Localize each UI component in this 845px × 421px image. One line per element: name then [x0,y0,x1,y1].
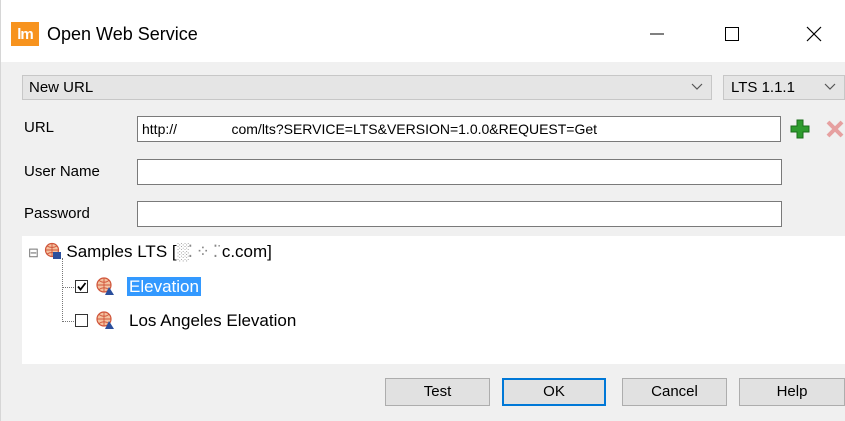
tree-connector [62,287,74,288]
tree-item-elevation[interactable]: Elevation [127,276,201,298]
title-bar[interactable]: lm Open Web Service [1,0,845,62]
url-preset-value: New URL [29,79,94,96]
version-value: LTS 1.1.1 [731,79,795,96]
password-input[interactable] [137,201,782,227]
tree-root-label-end: c.com] [221,242,272,261]
ok-button[interactable]: OK [502,378,606,406]
tree-root-label: Samples LTS [ [66,242,177,261]
window-title: Open Web Service [47,24,198,44]
url-label: URL [24,119,55,136]
tree-item-label: Los Angeles Elevation [129,311,297,330]
close-icon [806,26,822,42]
test-button[interactable]: Test [385,378,490,406]
maximize-icon [725,27,739,41]
redacted-host: ░⁚ ⁘ ⁚˙ [176,242,223,261]
tree-item-los-angeles-elevation[interactable]: Los Angeles Elevation [129,310,296,332]
tree-connector [62,258,63,320]
delete-x-icon[interactable] [825,119,845,139]
cancel-button[interactable]: Cancel [622,378,727,406]
layer-tree[interactable]: ⊟ Samples LTS [░⁚ ⁘ ⁚˙c.com] Elevation L… [22,236,845,364]
chevron-down-icon [691,83,703,90]
checkmark-icon [77,282,87,291]
minimize-icon [650,33,664,35]
password-label: Password [24,205,90,222]
layer-globe-icon [96,277,114,295]
layer-checkbox[interactable] [75,314,88,327]
dialog-window: lm Open Web Service New URL LTS 1.1.1 UR… [0,0,845,421]
url-preset-dropdown[interactable]: New URL [22,75,712,100]
chevron-down-icon [824,83,836,90]
username-label: User Name [24,163,100,180]
maximize-button[interactable] [709,14,755,54]
globe-service-icon [44,242,61,259]
url-input[interactable]: http:// com/lts?SERVICE=LTS&VERSION=1.0.… [137,116,781,142]
plus-icon[interactable] [790,119,810,139]
layer-checkbox[interactable] [75,280,88,293]
app-logo-icon: lm [11,22,39,46]
tree-item-label: Elevation [127,277,201,296]
collapse-toggle-icon[interactable]: ⊟ [28,245,39,260]
tree-connector [62,321,74,322]
close-button[interactable] [791,14,837,54]
tree-root-node[interactable]: ⊟ Samples LTS [░⁚ ⁘ ⁚˙c.com] [28,241,272,264]
help-button[interactable]: Help [739,378,845,406]
minimize-button[interactable] [634,14,680,54]
username-input[interactable] [137,159,782,185]
layer-globe-icon [96,311,114,329]
version-dropdown[interactable]: LTS 1.1.1 [723,75,845,100]
